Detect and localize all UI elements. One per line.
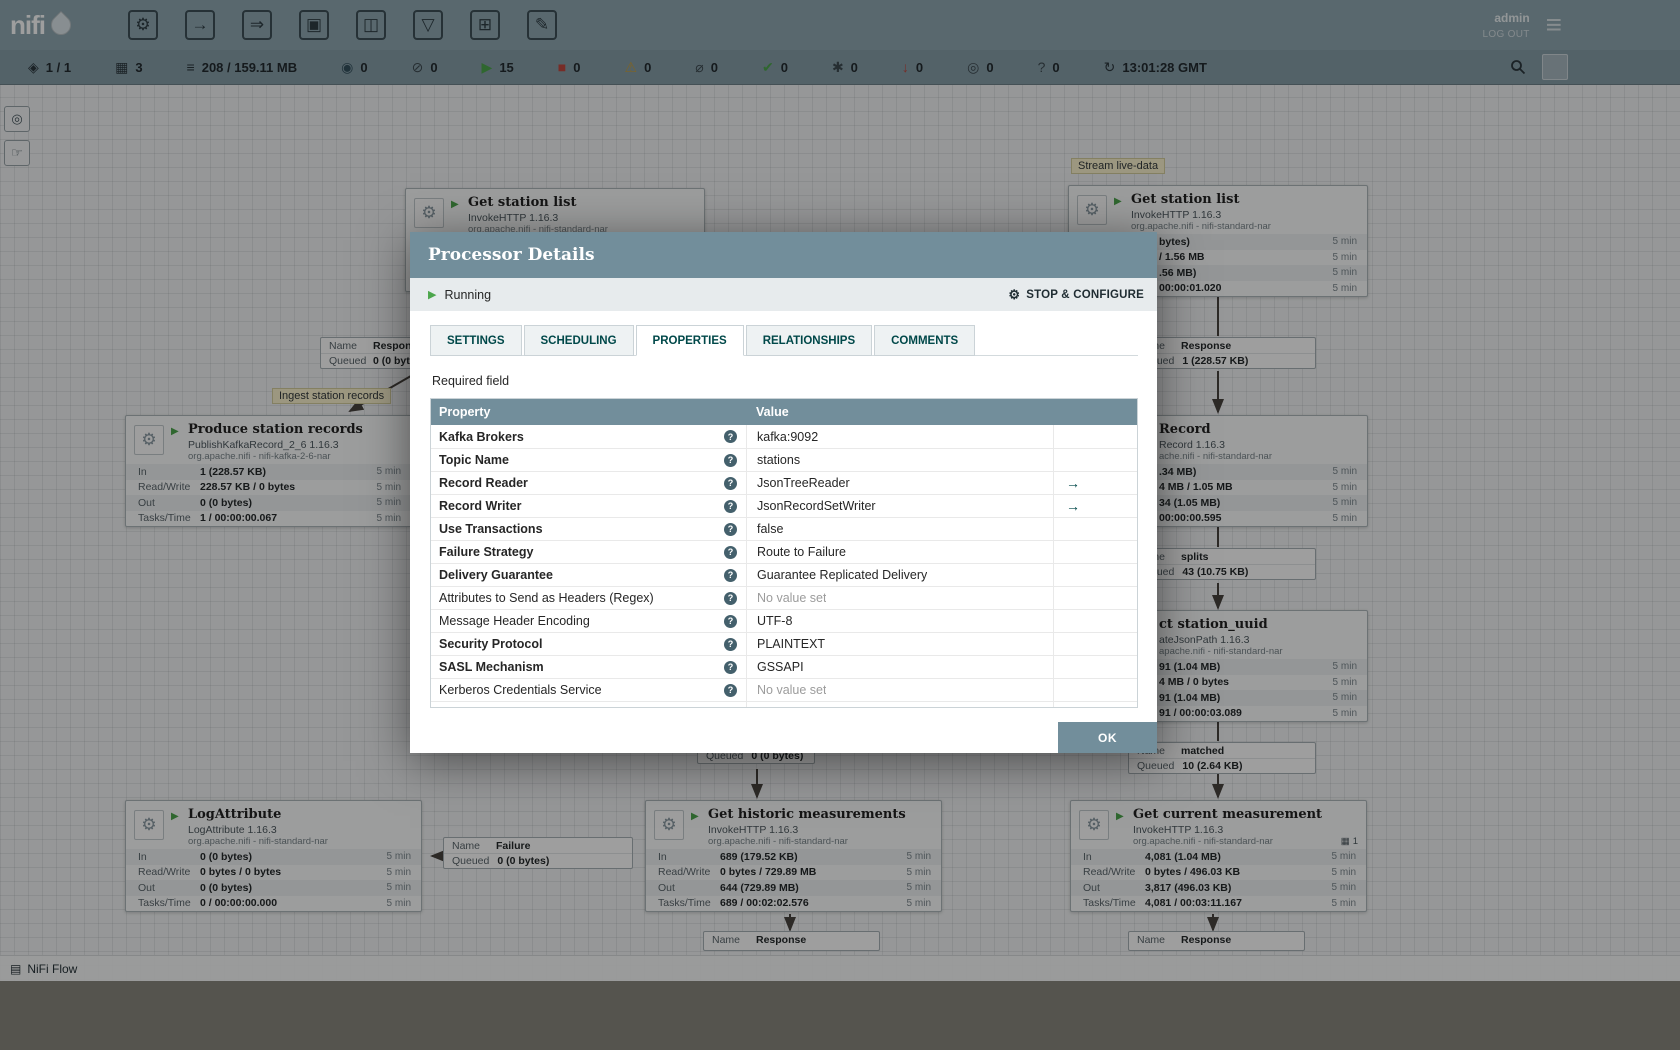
tab-scheduling[interactable]: SCHEDULING [523, 325, 634, 356]
property-name: Use Transactions [439, 522, 543, 536]
help-icon[interactable]: ? [724, 683, 737, 697]
property-row: Attributes to Send as Headers (Regex) ? … [431, 586, 1137, 609]
run-status-label: Running [444, 287, 492, 302]
property-value: Route to Failure [757, 545, 846, 559]
property-name: SASL Mechanism [439, 660, 544, 674]
property-value: No value set [757, 683, 827, 697]
help-icon[interactable]: ? [724, 660, 737, 674]
dialog-status-strip: ▶ Running ⚙ STOP & CONFIGURE [410, 278, 1157, 311]
gear-icon: ⚙ [1008, 286, 1021, 302]
help-icon[interactable]: ? [724, 499, 737, 513]
property-row: ? [431, 701, 1137, 707]
property-value: JsonTreeReader [757, 476, 850, 490]
ok-button[interactable]: OK [1058, 722, 1157, 753]
property-value: GSSAPI [757, 660, 804, 674]
property-row: SASL Mechanism ? GSSAPI [431, 655, 1137, 678]
property-name: Record Reader [439, 476, 528, 490]
stop-and-configure-button[interactable]: ⚙ STOP & CONFIGURE [1008, 287, 1144, 303]
property-row: Delivery Guarantee ? Guarantee Replicate… [431, 563, 1137, 586]
property-name: Attributes to Send as Headers (Regex) [439, 591, 654, 605]
property-row: Use Transactions ? false [431, 517, 1137, 540]
property-row: Failure Strategy ? Route to Failure [431, 540, 1137, 563]
processor-details-dialog: Processor Details ▶ Running ⚙ STOP & CON… [410, 232, 1157, 753]
help-icon[interactable]: ? [724, 430, 737, 443]
tab-comments[interactable]: COMMENTS [874, 325, 976, 356]
property-value: kafka:9092 [757, 429, 819, 444]
running-icon: ▶ [428, 289, 437, 301]
property-name: Failure Strategy [439, 545, 534, 559]
property-name: Kafka Brokers [439, 429, 524, 444]
property-name: Record Writer [439, 499, 522, 513]
help-icon[interactable]: ? [724, 453, 737, 467]
help-icon[interactable]: ? [724, 522, 737, 536]
tab-relationships[interactable]: RELATIONSHIPS [745, 325, 873, 356]
help-icon[interactable]: ? [724, 591, 737, 605]
property-value: Guarantee Replicated Delivery [757, 568, 928, 582]
properties-table: Property Value Kafka Brokers ? kafka:909… [430, 398, 1138, 708]
property-value: No value set [757, 591, 827, 605]
dialog-title: Processor Details [410, 232, 1157, 278]
property-name: Topic Name [439, 453, 509, 467]
go-to-service-icon[interactable]: → [1066, 498, 1080, 514]
stop-and-configure-label: STOP & CONFIGURE [1026, 288, 1144, 301]
help-icon[interactable]: ? [724, 568, 737, 582]
help-icon[interactable]: ? [724, 545, 737, 559]
property-row: Topic Name ? stations [431, 448, 1137, 471]
property-value: UTF-8 [757, 614, 793, 628]
help-icon[interactable]: ? [724, 614, 737, 628]
go-to-service-icon[interactable]: → [1066, 475, 1080, 491]
property-name: Delivery Guarantee [439, 568, 553, 582]
property-value: PLAINTEXT [757, 637, 826, 651]
dialog-body: SETTINGS SCHEDULING PROPERTIES RELATIONSHIP… [410, 311, 1157, 753]
tab-settings[interactable]: SETTINGS [430, 325, 522, 356]
properties-table-header: Property Value [431, 399, 1137, 425]
tab-properties[interactable]: PROPERTIES [635, 325, 744, 356]
property-row: Record Writer ? JsonRecordSetWriter → [431, 494, 1137, 517]
property-rows: Kafka Brokers ? kafka:9092 Topic Name ? … [431, 425, 1137, 707]
value-column-header: Value [756, 405, 789, 419]
property-value: false [757, 522, 784, 536]
property-name: Kerberos Credentials Service [439, 683, 602, 697]
property-value: stations [757, 453, 801, 467]
property-name: Security Protocol [439, 637, 543, 651]
property-row: Message Header Encoding ? UTF-8 [431, 609, 1137, 632]
property-column-header: Property [439, 405, 491, 419]
required-field-note: Required field [432, 374, 510, 388]
help-icon[interactable]: ? [724, 637, 737, 651]
property-row: Security Protocol ? PLAINTEXT [431, 632, 1137, 655]
property-row: Record Reader ? JsonTreeReader → [431, 471, 1137, 494]
property-name: Message Header Encoding [439, 614, 590, 628]
dialog-tabs: SETTINGS SCHEDULING PROPERTIES RELATIONSHIP… [430, 325, 1138, 356]
help-icon[interactable]: ? [724, 476, 737, 490]
property-row: Kafka Brokers ? kafka:9092 [431, 425, 1137, 448]
property-value: JsonRecordSetWriter [757, 499, 876, 513]
property-row: Kerberos Credentials Service ? No value … [431, 678, 1137, 701]
nifi-app: ⚙ ▶ Get station list InvokeHTTP 1.16.3 o… [0, 0, 1680, 1050]
